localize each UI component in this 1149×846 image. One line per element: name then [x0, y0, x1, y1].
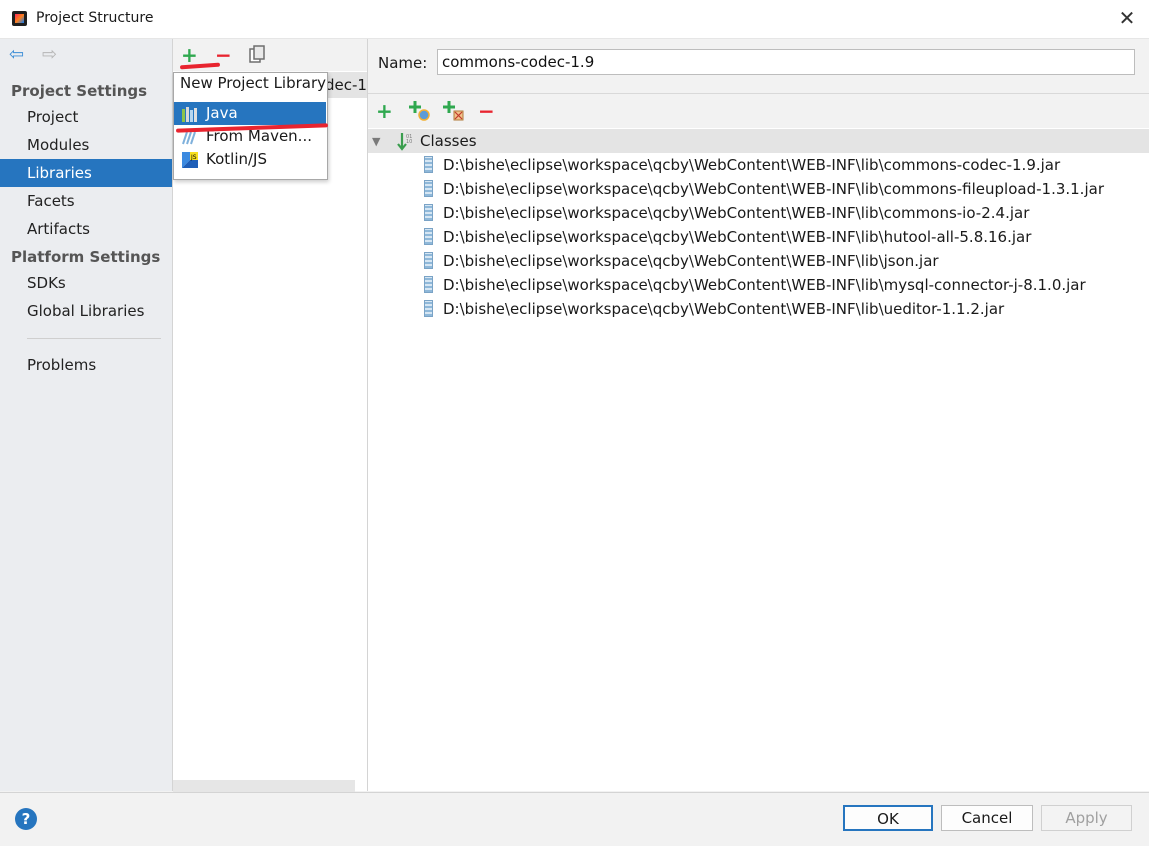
svg-text:JS: JS: [190, 154, 197, 161]
platform-settings-heading: Platform Settings: [11, 248, 161, 266]
sidebar-item-artifacts[interactable]: Artifacts: [0, 215, 172, 243]
jar-entry[interactable]: D:\bishe\eclipse\workspace\qcby\WebConte…: [424, 273, 1086, 297]
help-icon[interactable]: ?: [15, 808, 37, 830]
menu-item-kotlin-js[interactable]: JS Kotlin/JS: [174, 148, 326, 171]
menu-item-label: Kotlin/JS: [206, 150, 267, 168]
classes-icon: 01 10: [397, 131, 414, 151]
jar-entry[interactable]: D:\bishe\eclipse\workspace\qcby\WebConte…: [424, 225, 1031, 249]
remove-classes-icon[interactable]: −: [478, 101, 495, 121]
close-icon[interactable]: ✕: [1117, 8, 1137, 28]
jar-path: D:\bishe\eclipse\workspace\qcby\WebConte…: [443, 156, 1061, 174]
jar-entry[interactable]: D:\bishe\eclipse\workspace\qcby\WebConte…: [424, 153, 1060, 177]
name-label: Name:: [378, 54, 428, 72]
horizontal-scrollbar[interactable]: [173, 780, 355, 792]
sidebar-item-modules[interactable]: Modules: [0, 131, 172, 159]
menu-item-java[interactable]: Java: [174, 102, 326, 125]
chevron-down-icon[interactable]: ▼: [372, 135, 380, 148]
jar-icon: [424, 276, 433, 293]
sidebar-divider: [27, 338, 161, 339]
exclude-icon[interactable]: [443, 100, 465, 122]
jar-entry[interactable]: D:\bishe\eclipse\workspace\qcby\WebConte…: [424, 177, 1104, 201]
jar-icon: [424, 300, 433, 317]
jar-icon: [424, 156, 433, 173]
add-library-icon[interactable]: +: [181, 45, 198, 65]
ok-button[interactable]: OK: [843, 805, 933, 831]
popup-title: New Project Library: [180, 74, 327, 92]
jar-entry[interactable]: D:\bishe\eclipse\workspace\qcby\WebConte…: [424, 201, 1029, 225]
library-name-input[interactable]: [437, 49, 1135, 75]
jar-path: D:\bishe\eclipse\workspace\qcby\WebConte…: [443, 252, 939, 270]
copy-icon[interactable]: [249, 45, 265, 63]
add-url-icon[interactable]: [409, 100, 431, 122]
add-classes-icon[interactable]: +: [376, 101, 393, 121]
forward-arrow-icon[interactable]: ⇨: [42, 46, 60, 64]
classes-tree-node[interactable]: [368, 129, 1149, 153]
jar-path: D:\bishe\eclipse\workspace\qcby\WebConte…: [443, 300, 1005, 318]
jar-path: D:\bishe\eclipse\workspace\qcby\WebConte…: [443, 276, 1086, 294]
jar-icon: [424, 180, 433, 197]
jar-icon: [424, 228, 433, 245]
java-library-icon: [182, 106, 198, 122]
apply-button[interactable]: Apply: [1041, 805, 1132, 831]
sidebar-item-sdks[interactable]: SDKs: [0, 269, 172, 297]
jar-entry[interactable]: D:\bishe\eclipse\workspace\qcby\WebConte…: [424, 297, 1004, 321]
intellij-app-icon: [12, 11, 27, 26]
jar-entry[interactable]: D:\bishe\eclipse\workspace\qcby\WebConte…: [424, 249, 939, 273]
project-settings-heading: Project Settings: [11, 82, 148, 100]
jar-path: D:\bishe\eclipse\workspace\qcby\WebConte…: [443, 228, 1032, 246]
kotlin-js-icon: JS: [182, 152, 198, 168]
window-title: Project Structure: [36, 10, 154, 26]
back-arrow-icon[interactable]: ⇦: [9, 46, 27, 64]
sidebar-item-facets[interactable]: Facets: [0, 187, 172, 215]
jar-icon: [424, 252, 433, 269]
cancel-button[interactable]: Cancel: [941, 805, 1033, 831]
sidebar-item-libraries[interactable]: Libraries: [0, 159, 172, 187]
library-list-item-label: dec-1.: [325, 76, 372, 94]
jar-path: D:\bishe\eclipse\workspace\qcby\WebConte…: [443, 180, 1104, 198]
sidebar-item-problems[interactable]: Problems: [0, 351, 172, 379]
sidebar-item-global-libraries[interactable]: Global Libraries: [0, 297, 172, 325]
svg-text:10: 10: [406, 139, 412, 145]
sidebar-item-project[interactable]: Project: [0, 103, 172, 131]
jar-icon: [424, 204, 433, 221]
menu-item-label: Java: [206, 104, 238, 122]
jar-path: D:\bishe\eclipse\workspace\qcby\WebConte…: [443, 204, 1030, 222]
classes-label: Classes: [420, 132, 477, 150]
title-bar: [0, 0, 1149, 39]
